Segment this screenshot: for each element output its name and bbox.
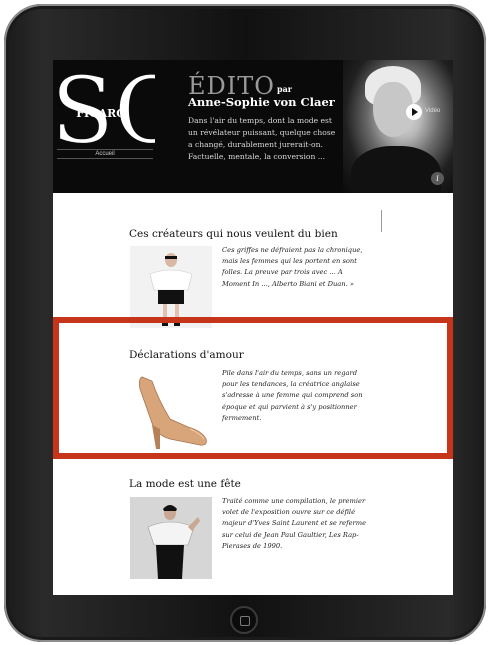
portrait-body <box>351 146 441 193</box>
article-title: Déclarations d'amour <box>129 349 244 361</box>
play-video-icon[interactable] <box>406 104 422 120</box>
edito-par: par <box>277 84 292 94</box>
article-thumbnail-fashion <box>130 497 212 579</box>
article-excerpt: Ces griffes ne défraient pas la chroniqu… <box>222 246 363 288</box>
home-link[interactable]: Accueil <box>57 149 153 159</box>
video-label[interactable]: Vidéo <box>425 108 440 114</box>
edito-header: SO FIGARO Accueil ÉDITO par Anne-Sophie … <box>53 60 453 193</box>
edito-intro[interactable]: Dans l'air du temps, dont la mode est un… <box>188 115 338 163</box>
article-item[interactable]: Déclarations d'amour Pile dans l'air du … <box>129 349 379 451</box>
model-illustration <box>130 246 212 328</box>
home-button-icon <box>240 616 250 626</box>
article-thumbnail-shoe <box>130 369 212 451</box>
info-icon[interactable]: i <box>431 172 444 185</box>
article-title: Ces créateurs qui nous veulent du bien <box>129 228 338 240</box>
shoe-illustration <box>130 369 212 451</box>
article-excerpt: Pile dans l'air du temps, sans un regard… <box>222 369 363 422</box>
logo-figaro-text: FIGARO <box>76 107 126 120</box>
so-figaro-logo[interactable]: SO FIGARO <box>53 60 155 160</box>
app-screen: SO FIGARO Accueil ÉDITO par Anne-Sophie … <box>53 60 453 595</box>
article-title: La mode est une fête <box>129 478 241 490</box>
fashion-illustration <box>130 497 212 579</box>
article-thumbnail-model <box>130 246 212 328</box>
article-item[interactable]: La mode est une fête Traité comme une co… <box>129 478 379 579</box>
author-name: Anne-Sophie von Claer <box>188 95 335 109</box>
article-excerpt: Traité comme une compilation, le premier… <box>222 497 367 550</box>
article-item[interactable]: Ces créateurs qui nous veulent du bien C… <box>129 228 379 328</box>
scrollbar[interactable] <box>381 210 382 232</box>
home-button[interactable] <box>230 606 258 634</box>
